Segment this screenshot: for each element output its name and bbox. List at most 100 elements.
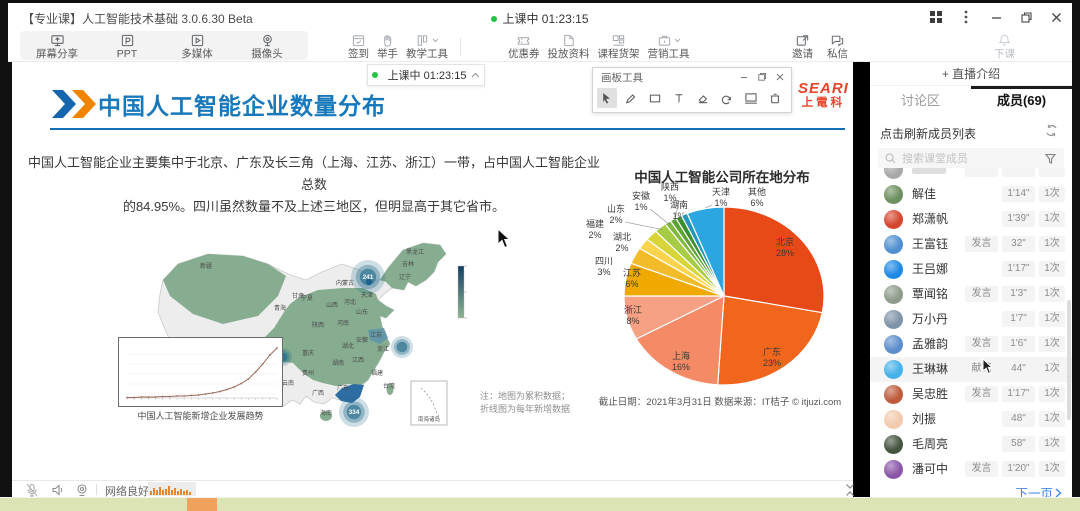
action-badge: 发言 <box>965 461 998 477</box>
member-name: 吴忠胜 <box>912 382 948 407</box>
pen-icon <box>623 90 639 107</box>
toolbar-button-end-class[interactable]: 下课 <box>990 31 1019 61</box>
more-menu-button[interactable] <box>958 9 974 25</box>
pie-label-value: 23% <box>763 358 781 368</box>
count-badge: 1次 <box>1039 186 1065 202</box>
member-name: 郑潇帆 <box>912 207 948 232</box>
next-page-link[interactable]: 下一页 <box>1015 483 1062 497</box>
action-badge <box>965 168 998 177</box>
board-tool-trash[interactable] <box>765 88 785 108</box>
pie-label-name: 山东 <box>607 203 625 214</box>
search-input[interactable]: 搜索课堂成员 <box>878 148 1064 168</box>
avatar <box>884 235 903 254</box>
pie-label-name: 其他 <box>748 186 766 197</box>
member-row[interactable]: 刘振48"1次 <box>870 407 1072 432</box>
member-row[interactable]: 王琳琳献花44"1次 <box>870 357 1072 382</box>
microphone-muted-icon[interactable] <box>24 482 40 497</box>
avatar <box>884 410 903 429</box>
time-badge: 1'6" <box>1002 336 1035 352</box>
close-button[interactable] <box>1048 9 1064 25</box>
time-badge: 1'7" <box>1002 311 1035 327</box>
toolbar-button-direct-message[interactable]: 私信 <box>823 31 852 61</box>
toolbar-divider <box>460 38 461 56</box>
shelf-icon <box>611 33 626 48</box>
camera-icon <box>260 33 275 48</box>
speaker-icon[interactable] <box>50 482 66 497</box>
toolbar-button-teaching-tools[interactable]: 教学工具 <box>402 31 452 61</box>
toolbar-button-label: 签到 <box>348 49 369 60</box>
toolbar-button-coupon[interactable]: 优惠券 <box>504 31 544 61</box>
toolbar-button-screen-share[interactable]: 屏幕分享 <box>22 31 92 61</box>
member-row[interactable] <box>870 168 1072 182</box>
minimize-button[interactable] <box>988 9 1004 25</box>
board-tool-pen[interactable] <box>621 88 641 108</box>
desktop-strip-accent <box>187 498 217 511</box>
board-tool-eraser[interactable] <box>693 88 713 108</box>
scrollbar[interactable] <box>1067 300 1071 420</box>
board-minimize-button[interactable] <box>737 71 751 83</box>
toolbar-button-raise-hand[interactable]: 举手 <box>373 31 402 61</box>
toolbar-button-marketing[interactable]: 营销工具 <box>644 31 694 61</box>
count-badge: 1次 <box>1039 436 1065 452</box>
board-close-button[interactable] <box>773 71 787 83</box>
province-label-新疆: 新疆 <box>200 262 212 270</box>
member-row[interactable]: 孟雅韵 发言1'6"1次 <box>870 332 1072 357</box>
search-placeholder: 搜索课堂成员 <box>902 150 1045 166</box>
tab-discussion[interactable]: 讨论区 <box>870 86 971 116</box>
board-tool-cursor[interactable] <box>597 88 617 108</box>
toolbar-button-media[interactable]: 多媒体 <box>162 31 232 61</box>
app-window: 【专业课】人工智能技术基础 3.0.6.30 Beta 上课中 01:23:15… <box>0 0 1080 511</box>
tab-members[interactable]: 成员(69) <box>971 86 1072 116</box>
member-row[interactable]: 吴忠胜发言1'17"1次 <box>870 382 1072 407</box>
avatar <box>884 168 903 179</box>
count-badge: 1次 <box>1039 236 1065 252</box>
restore-button[interactable] <box>1018 9 1034 25</box>
pie-label-name: 天津 <box>712 187 730 197</box>
refresh-row[interactable]: 点击刷新成员列表 <box>870 120 1072 144</box>
member-name: 王吕娜 <box>912 257 948 282</box>
count-badge: 1次 <box>1039 211 1065 227</box>
collapse-pill-icon[interactable] <box>471 72 480 78</box>
member-row[interactable]: 覃闻铭发言1'3"1次 <box>870 282 1072 307</box>
board-restore-button[interactable] <box>755 71 769 83</box>
layout-grid-button[interactable] <box>928 9 944 25</box>
board-tool-undo[interactable] <box>717 88 737 108</box>
filter-icon[interactable] <box>1045 153 1056 164</box>
member-row[interactable]: 万小丹1'7"1次 <box>870 307 1072 332</box>
toolbar-button-sign-in[interactable]: 签到 <box>344 31 373 61</box>
time-badge: 1'20" <box>1002 461 1035 477</box>
rect-icon <box>647 90 663 107</box>
toolbar-button-camera[interactable]: 摄像头 <box>232 31 302 61</box>
action-badge: 发言 <box>965 336 998 352</box>
toolbar-button-ppt[interactable]: PPT <box>92 31 162 61</box>
member-row[interactable]: 潘可中发言1'20"1次 <box>870 457 1072 482</box>
count-badge: 1次 <box>1039 286 1065 302</box>
pie-label-value: 6% <box>625 279 638 289</box>
live-intro-bar[interactable]: + 直播介绍 <box>870 62 1072 86</box>
pie-label-name: 陕西 <box>661 181 679 192</box>
board-tool-text[interactable] <box>669 88 689 108</box>
webcam-icon[interactable] <box>74 482 90 497</box>
toolbar-button-invite[interactable]: 邀请 <box>788 31 817 61</box>
member-row[interactable]: 王富钰发言32"1次 <box>870 232 1072 257</box>
member-row[interactable]: 郑潇帆1'39"1次 <box>870 207 1072 232</box>
province-label-辽宁: 辽宁 <box>399 273 411 281</box>
member-row[interactable]: 毛周亮58"1次 <box>870 432 1072 457</box>
svg-text:南海诸岛: 南海诸岛 <box>418 415 441 423</box>
province-label-湖北: 湖北 <box>342 342 354 350</box>
member-row[interactable]: 王吕娜1'17"1次 <box>870 257 1072 282</box>
materials-icon <box>561 33 576 48</box>
province-label-广西: 广西 <box>312 389 324 397</box>
province-label-吉林: 吉林 <box>402 260 414 268</box>
collapse-bar-icon[interactable] <box>842 482 858 497</box>
title-chevrons-icon <box>50 88 98 120</box>
count-badge: 1次 <box>1039 336 1065 352</box>
board-tool-rect[interactable] <box>645 88 665 108</box>
map-note: 注：地图为累积数据； 折线图为每年新增数据 <box>480 390 570 416</box>
board-tool-board[interactable] <box>741 88 761 108</box>
toolbar-button-materials[interactable]: 投放资料 <box>544 31 594 61</box>
member-name: 孟雅韵 <box>912 332 948 357</box>
member-row[interactable]: 解佳1'14"1次 <box>870 182 1072 207</box>
toolbar-button-shelf[interactable]: 课程货架 <box>594 31 644 61</box>
refresh-icon[interactable] <box>1045 124 1058 142</box>
